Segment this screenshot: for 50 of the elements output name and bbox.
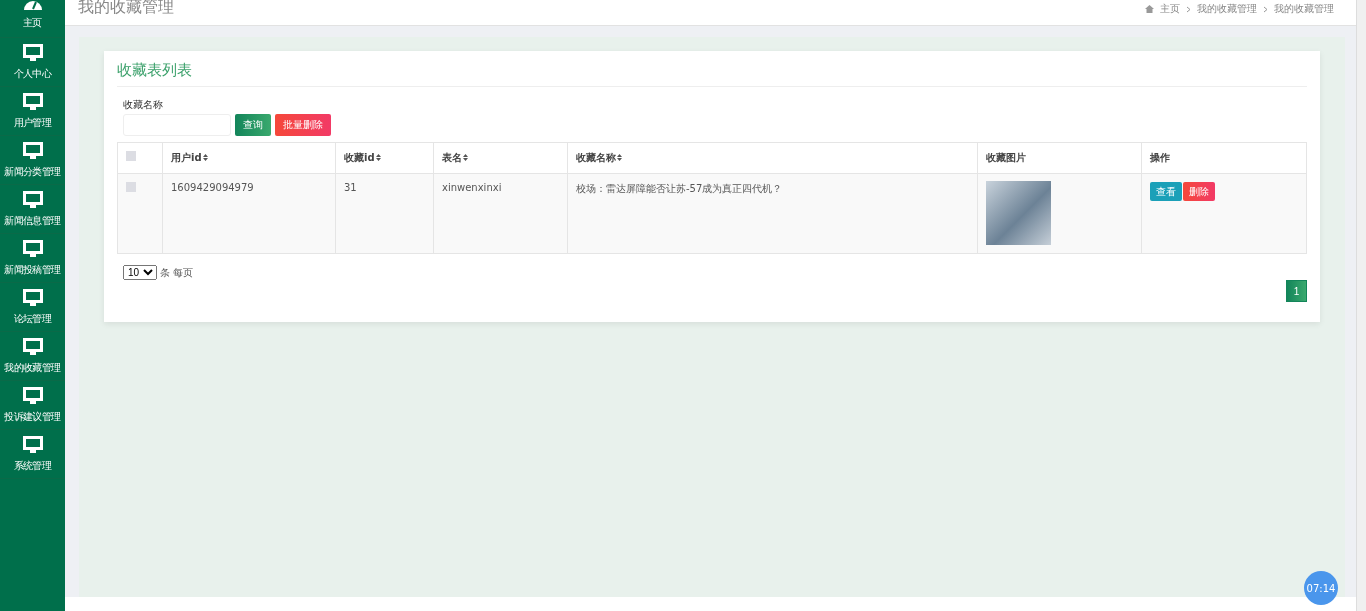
table-cell: 校场：雷达屏障能否让苏-57成为真正四代机？ [567, 173, 978, 254]
checkbox[interactable] [126, 182, 136, 192]
column-header: 操作 [1141, 142, 1307, 174]
table-cell: 1609429094979 [162, 173, 336, 254]
monitor-icon [22, 239, 43, 258]
query-button[interactable]: 查询 [235, 114, 271, 136]
column-header: 收藏图片 [977, 142, 1142, 174]
home-icon [1145, 5, 1154, 13]
breadcrumb-link[interactable]: 我的收藏管理 [1197, 2, 1257, 16]
scrollbar[interactable] [1356, 0, 1366, 611]
column-header[interactable]: 用户id [162, 142, 336, 174]
sidebar-item[interactable]: 新闻投稿管理 [0, 234, 65, 283]
sidebar-item[interactable]: 新闻分类管理 [0, 136, 65, 185]
card-title: 收藏表列表 [117, 61, 1307, 87]
sidebar-item[interactable]: 系统管理 [0, 430, 65, 479]
monitor-icon [22, 288, 43, 307]
monitor-icon [22, 43, 43, 62]
chevron-icon [1186, 5, 1191, 13]
checkbox[interactable] [126, 151, 136, 161]
sidebar-item[interactable]: 个人中心 [0, 38, 65, 87]
sort-icon[interactable] [202, 154, 208, 161]
sort-icon[interactable] [617, 154, 622, 161]
page-button[interactable]: 1 [1286, 280, 1307, 302]
sidebar-item[interactable]: 我的收藏管理 [0, 332, 65, 381]
breadcrumb-link[interactable]: 我的收藏管理 [1274, 2, 1334, 16]
field-label: 收藏名称 [123, 98, 164, 112]
column-header[interactable]: 收藏名称 [567, 142, 978, 174]
page-size-select[interactable]: 10 [123, 265, 157, 280]
monitor-icon [22, 141, 43, 160]
page-size-label: 条 每页 [160, 265, 194, 280]
delete-button[interactable]: 删除 [1183, 182, 1215, 201]
monitor-icon [22, 337, 43, 356]
table-cell: xinwenxinxi [433, 173, 568, 254]
batch-delete-button[interactable]: 批量删除 [275, 114, 331, 136]
sort-icon[interactable] [463, 154, 468, 161]
chevron-icon [1263, 5, 1268, 13]
sidebar-item[interactable]: 用户管理 [0, 87, 65, 136]
monitor-icon [22, 435, 43, 454]
monitor-icon [22, 386, 43, 405]
sidebar-item[interactable]: 论坛管理 [0, 283, 65, 332]
photo-placeholder [986, 181, 1051, 245]
column-header[interactable]: 表名 [433, 142, 568, 174]
sidebar-item[interactable]: 新闻信息管理 [0, 185, 65, 234]
table-cell: 31 [335, 173, 434, 254]
sort-icon[interactable] [375, 154, 381, 161]
monitor-icon [22, 190, 43, 209]
breadcrumb-link[interactable]: 主页 [1160, 2, 1180, 16]
monitor-icon [22, 92, 43, 111]
sidebar-item[interactable]: 投诉建议管理 [0, 381, 65, 430]
column-header[interactable]: 收藏id [335, 142, 434, 174]
